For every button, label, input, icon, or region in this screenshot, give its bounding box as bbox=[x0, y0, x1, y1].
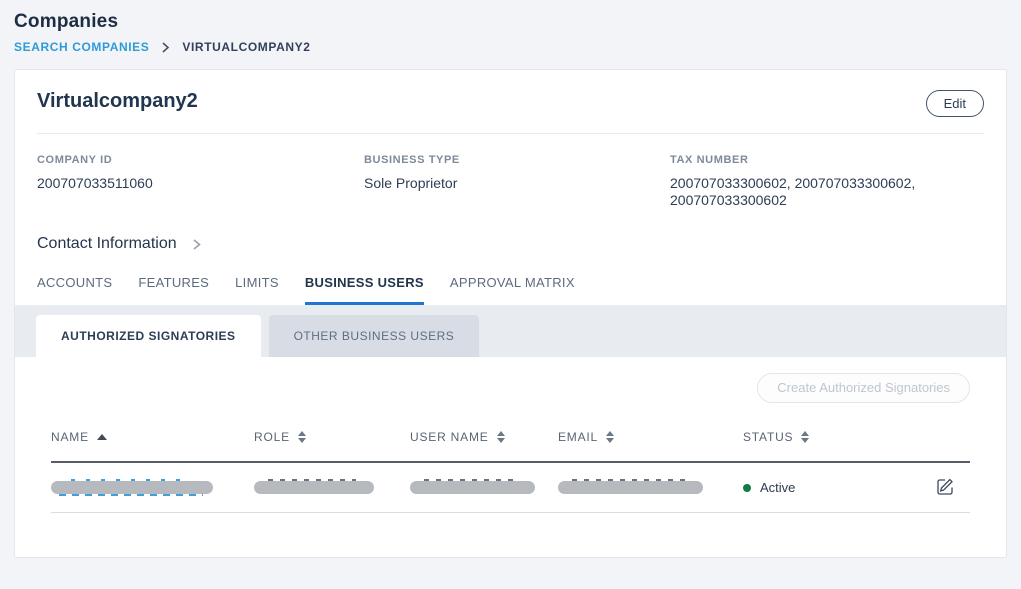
sort-ascending-icon bbox=[97, 434, 107, 440]
contact-information-expander[interactable]: Contact Information bbox=[15, 209, 1006, 253]
company-id-label: COMPANY ID bbox=[37, 154, 364, 166]
page-title: Companies bbox=[14, 11, 1007, 33]
business-type-label: BUSINESS TYPE bbox=[364, 154, 670, 166]
company-fields: COMPANY ID 200707033511060 BUSINESS TYPE… bbox=[15, 134, 1006, 209]
breadcrumb: SEARCH COMPANIES VIRTUALCOMPANY2 bbox=[14, 40, 1007, 54]
tab-accounts[interactable]: ACCOUNTS bbox=[37, 275, 112, 305]
edit-pencil-icon bbox=[935, 476, 956, 500]
active-status-dot-icon bbox=[743, 484, 751, 492]
chevron-right-icon bbox=[191, 238, 202, 251]
tax-number-label: TAX NUMBER bbox=[670, 154, 950, 166]
edit-button[interactable]: Edit bbox=[926, 90, 984, 117]
sort-icon bbox=[298, 431, 306, 443]
tab-business-users[interactable]: BUSINESS USERS bbox=[305, 275, 424, 305]
company-name-heading: Virtualcompany2 bbox=[37, 90, 198, 113]
table-header-row: NAME ROLE USER NAME EMAIL STATUS bbox=[51, 430, 970, 463]
redacted-role-text bbox=[254, 481, 374, 494]
authorized-signatories-panel: Create Authorized Signatories NAME ROLE … bbox=[15, 357, 1006, 513]
breadcrumb-current: VIRTUALCOMPANY2 bbox=[182, 40, 310, 54]
tax-number-value: 200707033300602, 200707033300602, 200707… bbox=[670, 175, 950, 209]
redacted-email-text bbox=[558, 481, 703, 494]
subtab-other-business-users[interactable]: OTHER BUSINESS USERS bbox=[269, 315, 480, 357]
column-header-email[interactable]: EMAIL bbox=[558, 430, 743, 444]
redacted-user-name-text bbox=[410, 481, 535, 494]
business-type-value: Sole Proprietor bbox=[364, 175, 670, 192]
subtab-band: AUTHORIZED SIGNATORIES OTHER BUSINESS US… bbox=[15, 305, 1006, 357]
table-row: Active bbox=[51, 463, 970, 513]
sort-icon bbox=[801, 431, 809, 443]
sort-icon bbox=[497, 431, 505, 443]
company-id-value: 200707033511060 bbox=[37, 175, 364, 192]
tab-approval-matrix[interactable]: APPROVAL MATRIX bbox=[450, 275, 575, 305]
sort-icon bbox=[606, 431, 614, 443]
chevron-right-icon bbox=[161, 42, 170, 53]
page-header: Companies SEARCH COMPANIES VIRTUALCOMPAN… bbox=[0, 0, 1021, 69]
contact-information-label: Contact Information bbox=[37, 235, 177, 253]
edit-row-button[interactable] bbox=[935, 476, 956, 500]
main-tabs: ACCOUNTS FEATURES LIMITS BUSINESS USERS … bbox=[15, 253, 1006, 305]
subtab-authorized-signatories[interactable]: AUTHORIZED SIGNATORIES bbox=[36, 315, 261, 357]
column-header-role[interactable]: ROLE bbox=[254, 430, 410, 444]
tab-features[interactable]: FEATURES bbox=[138, 275, 209, 305]
company-detail-card: Virtualcompany2 Edit COMPANY ID 20070703… bbox=[14, 69, 1007, 558]
tab-limits[interactable]: LIMITS bbox=[235, 275, 279, 305]
breadcrumb-search-companies-link[interactable]: SEARCH COMPANIES bbox=[14, 40, 149, 54]
column-header-status[interactable]: STATUS bbox=[743, 430, 903, 444]
status-badge: Active bbox=[743, 480, 903, 495]
redacted-name-link[interactable] bbox=[51, 481, 213, 494]
create-authorized-signatories-button[interactable]: Create Authorized Signatories bbox=[757, 373, 970, 403]
column-header-user-name[interactable]: USER NAME bbox=[410, 430, 558, 444]
column-header-name[interactable]: NAME bbox=[51, 430, 254, 444]
